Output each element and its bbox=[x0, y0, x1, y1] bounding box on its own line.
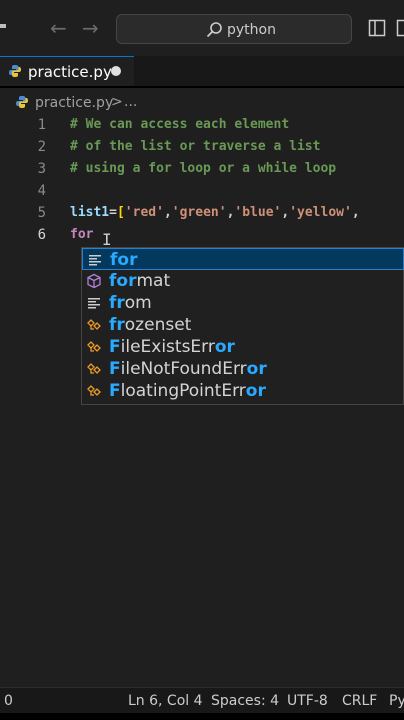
line-number-active: 6 bbox=[37, 227, 46, 243]
code-line-6: for bbox=[70, 227, 94, 242]
class-icon bbox=[87, 341, 101, 352]
class-icon bbox=[87, 319, 101, 330]
search-text: python bbox=[227, 22, 276, 38]
rest-text: mat bbox=[136, 271, 171, 291]
toggle-sidebar-icon[interactable] bbox=[368, 19, 386, 37]
language-mode[interactable]: Py bbox=[389, 692, 404, 710]
problems-count[interactable]: 0 bbox=[4, 692, 13, 710]
code-line-2: # of the list or traverse a list bbox=[70, 139, 321, 154]
suggestion-item[interactable]: frozenset bbox=[82, 314, 404, 336]
python-file-icon bbox=[16, 96, 28, 108]
token-identifier: list1 bbox=[70, 205, 110, 220]
unsaved-dot-icon[interactable] bbox=[111, 66, 121, 76]
title-bar: ← → python bbox=[0, 0, 404, 56]
line-number: 1 bbox=[37, 117, 46, 133]
suggestion-item[interactable]: FileExistsError bbox=[82, 336, 404, 358]
autocomplete-suggestions: for format from frozenset FileExistsErro… bbox=[81, 247, 404, 405]
arrow-left-icon[interactable]: ← bbox=[50, 16, 67, 40]
snippet-icon bbox=[88, 298, 100, 309]
token-comma: , bbox=[163, 205, 172, 220]
match-text: F bbox=[109, 359, 121, 379]
suggestion-item[interactable]: for bbox=[82, 248, 404, 270]
cube-icon bbox=[87, 273, 101, 289]
suggestion-item[interactable]: from bbox=[82, 292, 404, 314]
breadcrumb-more[interactable]: ... bbox=[124, 93, 137, 111]
match-text: F bbox=[109, 381, 121, 401]
breadcrumb-file[interactable]: practice.py bbox=[35, 94, 113, 112]
token-string: 'blue' bbox=[234, 205, 282, 220]
bottom-strip bbox=[0, 713, 404, 720]
end-of-line[interactable]: CRLF bbox=[342, 692, 377, 710]
status-bar: 0 Ln 6, Col 4 Spaces: 4 UTF-8 CRLF Py bbox=[0, 687, 404, 713]
code-line-1: # We can access each element bbox=[70, 117, 290, 132]
match-text: or bbox=[246, 359, 267, 379]
suggestion-label: FileNotFoundError bbox=[109, 358, 267, 380]
token-string: 'red' bbox=[124, 205, 164, 220]
snippet-icon bbox=[89, 255, 101, 266]
code-line-5: list1=['red','green','blue','yellow', bbox=[70, 203, 360, 223]
suggestion-label: FloatingPointError bbox=[109, 380, 266, 402]
match-text: for bbox=[110, 250, 138, 270]
suggestion-label: from bbox=[109, 292, 152, 314]
code-line-3: # using a for loop or a while loop bbox=[70, 161, 337, 176]
match-text: or bbox=[214, 337, 235, 357]
token-operator: = bbox=[109, 205, 117, 220]
line-number: 3 bbox=[37, 161, 46, 177]
class-icon bbox=[87, 363, 101, 374]
mid-text: loatingPointErr bbox=[120, 381, 246, 401]
arrow-right-icon[interactable]: → bbox=[82, 16, 99, 40]
cursor-position[interactable]: Ln 6, Col 4 bbox=[128, 692, 203, 710]
encoding[interactable]: UTF-8 bbox=[287, 692, 328, 710]
token-comma: , bbox=[351, 205, 360, 220]
command-center-search[interactable]: python bbox=[116, 14, 352, 44]
suggestion-item[interactable]: format bbox=[82, 270, 404, 292]
suggestion-label: frozenset bbox=[109, 314, 191, 336]
suggestion-label: for bbox=[110, 249, 137, 271]
line-number: 4 bbox=[37, 183, 46, 199]
match-text: F bbox=[109, 337, 121, 357]
token-bracket: [ bbox=[116, 205, 125, 220]
tab-practice-py[interactable]: practice.py bbox=[0, 56, 134, 86]
toggle-panel-icon[interactable] bbox=[396, 19, 404, 37]
token-string: 'green' bbox=[171, 205, 227, 220]
class-icon bbox=[87, 385, 101, 396]
match-text: fr bbox=[109, 315, 125, 335]
match-text: for bbox=[109, 271, 137, 291]
line-number: 2 bbox=[37, 139, 46, 155]
breadcrumb-separator: > bbox=[111, 94, 123, 110]
rest-text: ozenset bbox=[124, 315, 192, 335]
suggestion-item[interactable]: FileNotFoundError bbox=[82, 358, 404, 380]
suggestion-label: FileExistsError bbox=[109, 336, 235, 358]
search-icon bbox=[206, 22, 222, 38]
breadcrumb: practice.py > ... bbox=[0, 88, 404, 116]
indentation[interactable]: Spaces: 4 bbox=[211, 692, 279, 710]
rest-text: om bbox=[124, 293, 152, 313]
mid-text: ileExistsErr bbox=[120, 337, 215, 357]
python-file-icon bbox=[9, 65, 21, 77]
menu-edge[interactable] bbox=[0, 24, 6, 28]
tab-bar: practice.py bbox=[0, 56, 404, 86]
mid-text: ileNotFoundErr bbox=[120, 359, 247, 379]
match-text: or bbox=[245, 381, 266, 401]
token-comma: , bbox=[281, 205, 290, 220]
line-number: 5 bbox=[37, 205, 46, 221]
tab-label: practice.py bbox=[28, 63, 112, 81]
suggestion-label: format bbox=[109, 270, 170, 292]
suggestion-item[interactable]: FloatingPointError bbox=[82, 380, 404, 402]
match-text: fr bbox=[109, 293, 125, 313]
token-string: 'yellow' bbox=[289, 205, 352, 220]
